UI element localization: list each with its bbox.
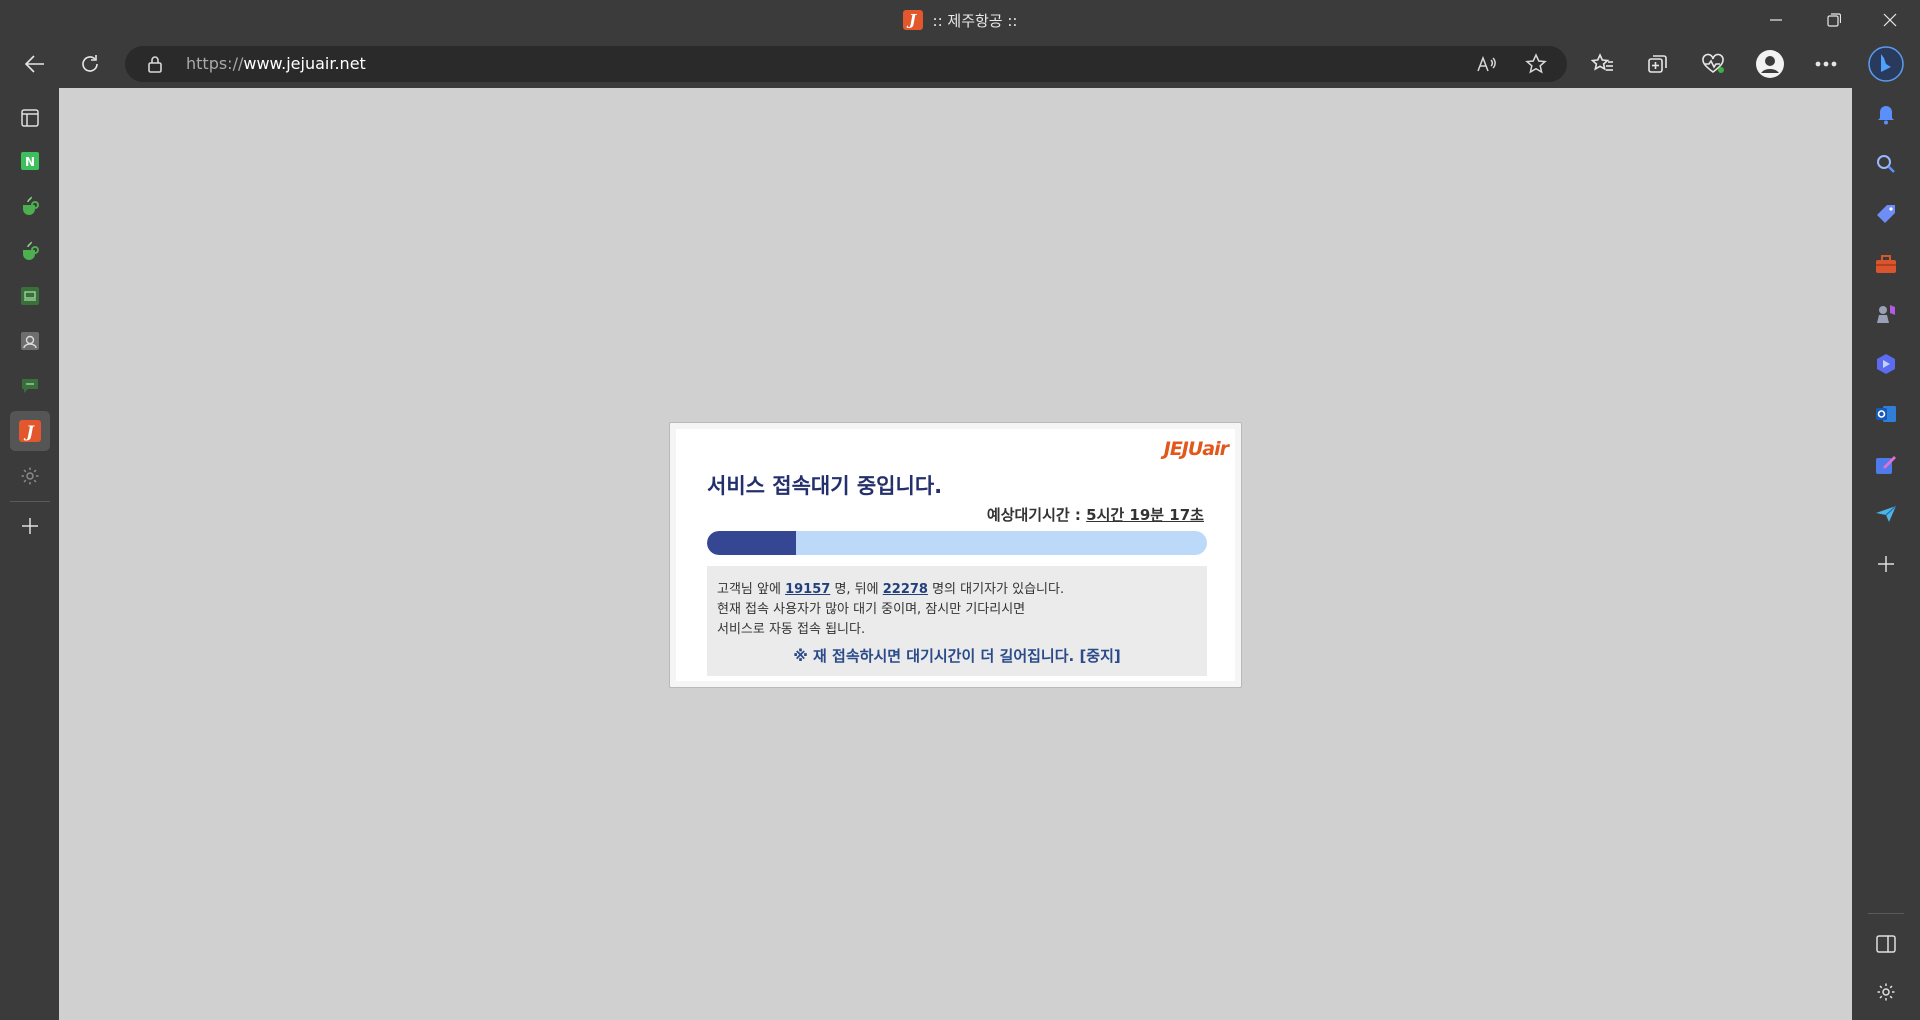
outlook-button[interactable] [1866,394,1906,434]
tag-icon [1877,205,1895,223]
more-menu-button[interactable] [1806,44,1846,84]
star-icon [1525,53,1547,74]
tab-actions-button[interactable] [10,98,50,138]
left-sidebar: N J [0,88,59,1020]
designer-icon [1876,456,1896,474]
minimize-button[interactable] [1748,0,1804,40]
remote-icon [21,287,39,305]
designer-button[interactable] [1866,444,1906,484]
favorites-icon [1591,53,1613,71]
settings-gear-icon [21,467,39,485]
queue-progress-fill [707,531,796,555]
ellipsis-icon [1815,61,1837,67]
window-title-text: :: 제주항공 :: [932,11,1018,30]
chat-app-button[interactable] [10,366,50,406]
queue-dialog: JEJUair 서비스 접속대기 중입니다. 예상대기시간 : 5시간 19분 … [669,422,1242,688]
queue-count-line: 고객님 앞에 19157 명, 뒤에 22278 명의 대기자가 있습니다. [717,582,1065,597]
games-icon [1877,305,1895,323]
queue-info-box: 고객님 앞에 19157 명, 뒤에 22278 명의 대기자가 있습니다. 현… [707,566,1207,676]
behind-count: 22278 [882,582,928,597]
estimated-wait: 예상대기시간 : 5시간 19분 17초 [987,504,1204,525]
queue-info-line-3: 서비스로 자동 접속 됩니다. [717,622,866,637]
bing-icon [1868,46,1904,82]
restore-button[interactable] [1806,0,1862,40]
queue-title: 서비스 접속대기 중입니다. [707,474,943,498]
jejuair-icon: J [19,420,41,442]
wait-value: 5시간 19분 17초 [1086,506,1204,524]
url-text[interactable]: https://www.jejuair.net [186,46,366,82]
stop-waiting-link[interactable]: ※ 재 접속하시면 대기시간이 더 길어집니다. [중지] [707,645,1207,666]
remote-app-button[interactable] [10,276,50,316]
jandi-app-button[interactable] [10,186,50,226]
shopping-button[interactable] [1866,194,1906,234]
right-sidebar [1852,88,1920,1020]
add-icon [1878,556,1894,572]
browser-toolbar: https://www.jejuair.net [0,40,1920,88]
jandi-icon-2 [23,241,39,260]
bing-chat-button[interactable] [1866,44,1906,84]
window-title: J :: 제주항공 :: [0,0,1920,40]
copilot-button[interactable] [1866,344,1906,384]
contacts-icon [21,332,39,350]
search-icon [1877,155,1895,173]
profile-button[interactable] [1750,44,1790,84]
jejuair-logo: JEJUair [1163,438,1229,460]
back-arrow-icon [24,55,44,73]
tools-button[interactable] [1866,244,1906,284]
ahead-count: 19157 [785,582,831,597]
queue-progress-bar [707,531,1207,555]
read-aloud-button[interactable] [1472,50,1502,78]
send-icon [1876,505,1897,522]
jejuair-favicon-icon: J [902,10,923,30]
sidebar-settings-button[interactable] [10,456,50,496]
restore-icon [1827,13,1841,27]
naver-icon: N [21,152,39,170]
favorites-button[interactable] [1583,44,1623,84]
minimize-icon [1770,19,1782,21]
tab-actions-icon [21,109,39,127]
chat-icon [22,379,38,393]
close-button[interactable] [1862,0,1918,40]
refresh-button[interactable] [70,44,110,84]
naver-app-button[interactable]: N [10,141,50,181]
copilot-icon [1877,354,1895,374]
svg-text:N: N [25,155,35,169]
add-sidebar-app-button[interactable] [1866,544,1906,584]
heart-pulse-icon [1702,53,1724,74]
add-icon [22,518,38,534]
collections-button[interactable] [1638,44,1678,84]
read-aloud-icon [1477,55,1496,72]
split-screen-button[interactable] [1866,924,1906,964]
close-icon [1883,13,1897,27]
address-bar[interactable]: https://www.jejuair.net [125,46,1567,82]
jandi-app-button-2[interactable] [10,231,50,271]
settings-icon [1877,983,1895,1001]
split-screen-icon [1876,935,1896,953]
contacts-app-button[interactable] [10,321,50,361]
browser-essentials-button[interactable] [1693,44,1733,84]
jandi-icon [23,196,39,215]
refresh-icon [82,55,98,72]
notifications-button[interactable] [1866,94,1906,134]
avatar-icon [1756,50,1784,78]
sidebar-customize-button[interactable] [1866,972,1906,1012]
games-button[interactable] [1866,294,1906,334]
title-bar: J :: 제주항공 :: [0,0,1920,40]
jejuair-app-button[interactable]: J [10,411,50,451]
outlook-icon [1876,406,1896,422]
back-button[interactable] [15,44,55,84]
add-app-button[interactable] [10,506,50,546]
wait-label: 예상대기시간 : [986,506,1087,524]
toolbox-icon [1876,255,1896,273]
search-sidebar-button[interactable] [1866,144,1906,184]
collections-icon [1648,55,1667,73]
bell-icon [1878,106,1894,125]
queue-info-line-2: 현재 접속 사용자가 많아 대기 중이며, 잠시만 기다리시면 [717,602,1026,617]
lock-icon [148,56,162,73]
send-button[interactable] [1866,494,1906,534]
favorite-star-button[interactable] [1521,50,1551,78]
page-content: JEJUair 서비스 접속대기 중입니다. 예상대기시간 : 5시간 19분 … [59,88,1852,1020]
